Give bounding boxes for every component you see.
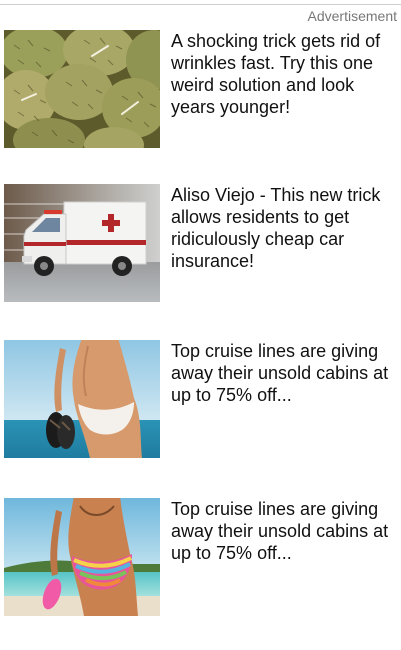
ad-headline-link[interactable]: Aliso Viejo - This new trick allows resi… (171, 184, 399, 272)
ad-headline-link[interactable]: A shocking trick gets rid of wrinkles fa… (171, 30, 399, 118)
advertisement-label: Advertisement (307, 8, 397, 24)
ad-headline-link[interactable]: Top cruise lines are giving away their u… (171, 498, 399, 564)
durian-fruit-photo-icon (4, 30, 160, 148)
beach-woman-sandals-photo-icon (4, 340, 160, 458)
ad-item[interactable]: Top cruise lines are giving away their u… (4, 498, 399, 618)
ad-thumbnail[interactable] (4, 340, 160, 458)
beach-woman-bikini-photo-icon (4, 498, 160, 616)
ambulance-photo-icon (4, 184, 160, 302)
ad-thumbnail[interactable] (4, 498, 160, 616)
ad-thumbnail[interactable] (4, 30, 160, 148)
ad-item[interactable]: Top cruise lines are giving away their u… (4, 340, 399, 460)
ad-item[interactable]: A shocking trick gets rid of wrinkles fa… (4, 30, 399, 150)
ad-thumbnail[interactable] (4, 184, 160, 302)
ad-item[interactable]: Aliso Viejo - This new trick allows resi… (4, 184, 399, 304)
ad-headline-link[interactable]: Top cruise lines are giving away their u… (171, 340, 399, 406)
top-divider (0, 4, 401, 5)
